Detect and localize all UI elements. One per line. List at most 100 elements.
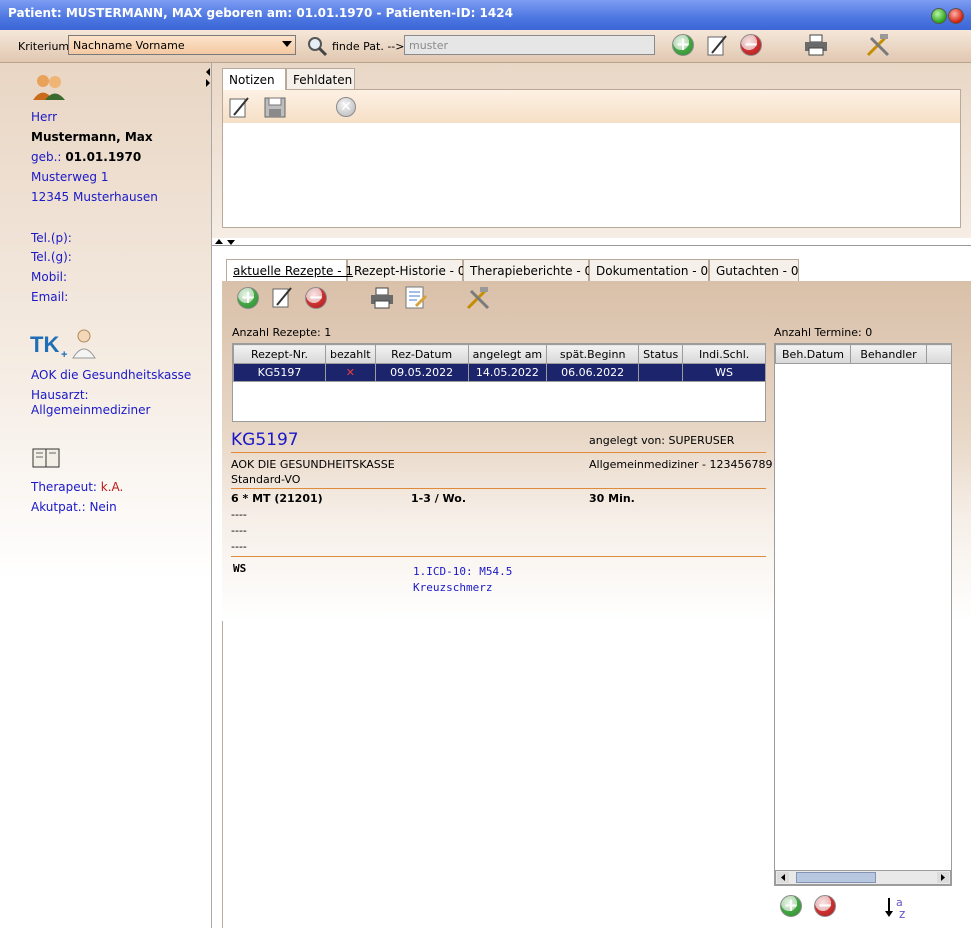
col-empty [926,344,952,364]
tab-therapieberichte[interactable]: Therapieberichte - 0 [463,259,592,281]
tab-rezept-historie[interactable]: Rezept-Historie - 0 [347,259,465,281]
col-bezahlt[interactable]: bezahlt [325,344,376,364]
patient-search-input[interactable]: muster [404,35,655,55]
hausarzt-label: Hausarzt: [31,388,89,402]
col-angelegt-am[interactable]: angelegt am [467,344,548,364]
close-button[interactable] [948,8,964,24]
detail-diagnose: Kreuzschmerz [413,581,493,594]
book-icon [31,446,63,470]
therapeut-label: Therapeut: [31,480,97,494]
print-rezept-icon[interactable] [369,286,395,310]
edit-patient-icon[interactable] [705,33,729,57]
detail-rezept-nr: KG5197 [231,430,299,450]
kriterium-label: Kriterium: [18,40,73,53]
cell-indi-schl: WS [682,363,766,382]
divider [231,556,766,557]
cell-rezept-nr: KG5197 [233,363,326,382]
detail-vo: Standard-VO [231,473,301,486]
detail-dash: ---- [231,508,247,521]
termine-table-container: Beh.Datum Behandler [774,343,952,886]
delete-rezept-icon[interactable]: − [305,287,327,309]
patient-city: 12345 Musterhausen [31,190,158,204]
cancel-note-icon[interactable]: ✕ [336,97,356,117]
detail-heilmittel: 6 * MT (21201) [231,492,323,505]
cell-bezahlt: ✕ [325,363,376,382]
col-indi-schl[interactable]: Indi.Schl. [682,344,766,364]
kriterium-select[interactable]: Nachname Vorname [68,35,296,55]
finde-pat-label: finde Pat. --> [332,40,405,53]
detail-dauer: 30 Min. [589,492,635,505]
detail-indi: WS [233,562,247,575]
tab-gutachten[interactable]: Gutachten - 0 [709,259,799,281]
cell-status [638,363,684,382]
notes-text-area[interactable] [224,124,959,226]
add-rezept-icon[interactable]: + [237,287,259,309]
maximize-button[interactable] [931,8,947,24]
window-title: Patient: MUSTERMANN, MAX geboren am: 01.… [0,0,971,30]
therapeut-value: k.A. [100,480,124,494]
tab-label: aktuelle Rezepte - 1 [233,264,354,278]
delete-termin-icon[interactable]: − [814,895,836,917]
scroll-right-icon[interactable] [937,872,949,883]
edit-note-icon[interactable] [227,95,251,119]
detail-frequenz: 1-3 / Wo. [411,492,467,505]
col-behandler[interactable]: Behandler [850,344,927,364]
kriterium-value: Nachname Vorname [73,39,185,52]
cell-angelegt-am: 14.05.2022 [467,363,548,382]
col-status[interactable]: Status [638,344,684,364]
add-patient-icon[interactable]: + [672,34,694,56]
search-icon[interactable] [306,35,328,57]
save-note-icon[interactable] [263,95,287,119]
scroll-thumb[interactable] [796,872,876,883]
detail-kasse: AOK DIE GESUNDHEITSKASSE [231,458,395,471]
svg-text:z: z [899,907,905,920]
rezept-tools-icon[interactable] [465,286,491,310]
patient-kasse: AOK die Gesundheitskasse [31,368,192,382]
hausarzt-value: Allgemeinmediziner [31,403,151,417]
sort-az-icon[interactable]: az [884,894,910,921]
col-beh-datum[interactable]: Beh.Datum [775,344,851,364]
tab-notizen[interactable]: Notizen [222,68,286,90]
patient-birthdate: geb.: 01.01.1970 [31,150,141,164]
notes-toolbar [223,90,960,123]
kasse-logo: TK + [30,330,70,361]
delete-patient-icon[interactable]: − [740,34,762,56]
divider [231,488,766,489]
akutpat: Akutpat.: Nein [31,500,117,514]
col-rez-datum[interactable]: Rez-Datum [374,344,469,364]
tab-fehldaten[interactable]: Fehldaten [286,68,355,90]
rezepte-table-container: Rezept-Nr. bezahlt Rez-Datum angelegt am… [232,343,766,422]
document-icon[interactable] [403,285,429,311]
tab-aktuelle-rezepte[interactable]: aktuelle Rezepte - 1 [226,259,353,281]
cell-rez-datum: 09.05.2022 [374,363,469,382]
geb-label: geb.: [31,150,62,164]
termine-scrollbar[interactable] [775,870,951,885]
detail-dash: ---- [231,524,247,537]
tel-business: Tel.(g): [31,250,72,264]
email: Email: [31,290,69,304]
geb-value: 01.01.1970 [65,150,142,164]
tel-private: Tel.(p): [31,231,72,245]
svg-text:+: + [61,349,67,360]
patient-street: Musterweg 1 [31,170,109,184]
detail-dash: ---- [231,540,247,553]
print-icon[interactable] [803,33,829,57]
patient-group-icon [31,72,67,102]
doctor-icon [70,327,98,359]
detail-arzt: Allgemeinmediziner - 123456789 [589,458,773,471]
sidebar-collapse-handle[interactable] [204,66,212,90]
col-spaet-beginn[interactable]: spät.Beginn [546,344,640,364]
tools-icon[interactable] [865,33,891,57]
edit-rezept-icon[interactable] [270,285,294,309]
mobile: Mobil: [31,270,68,284]
chevron-down-icon [282,41,292,47]
panel-splitter[interactable] [212,238,971,246]
col-rezept-nr[interactable]: Rezept-Nr. [233,344,326,364]
add-termin-icon[interactable]: + [780,895,802,917]
scroll-left-icon[interactable] [777,872,789,883]
tab-dokumentation[interactable]: Dokumentation - 0 [589,259,709,281]
table-row[interactable]: KG5197 ✕ 09.05.2022 14.05.2022 06.06.202… [233,363,766,382]
cell-spaet-beginn: 06.06.2022 [546,363,640,382]
tk-logo-text: TK [30,332,59,357]
therapeut: Therapeut: k.A. [31,480,123,494]
